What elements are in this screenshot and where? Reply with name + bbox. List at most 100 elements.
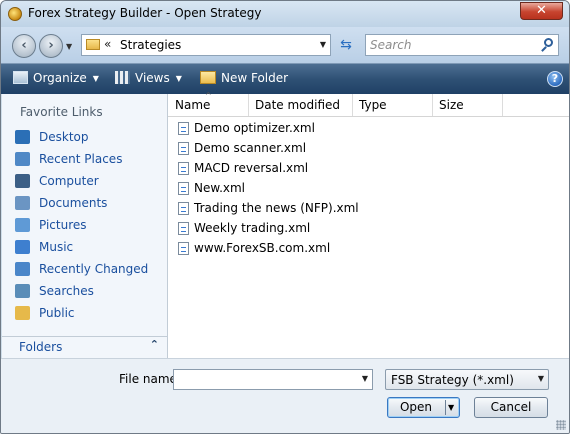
- sidebar-item-label: Desktop: [39, 130, 89, 144]
- open-button-label: Open: [399, 400, 433, 414]
- column-divider[interactable]: [502, 94, 503, 116]
- recent-locations-dropdown-icon[interactable]: ▼: [66, 42, 72, 51]
- xml-file-icon: [178, 222, 189, 235]
- back-arrow-icon: ‹: [21, 38, 27, 53]
- file-item[interactable]: New.xml: [178, 179, 359, 199]
- chevron-up-icon: ⌃: [149, 338, 159, 351]
- sidebar-item-documents[interactable]: Documents: [15, 194, 148, 216]
- views-menu-button[interactable]: Views ▼: [115, 71, 182, 85]
- views-icon: [115, 71, 130, 84]
- close-icon: ✕: [536, 3, 547, 18]
- file-item[interactable]: Demo optimizer.xml: [178, 119, 359, 139]
- back-button[interactable]: ‹: [12, 34, 36, 58]
- column-header-size[interactable]: Size: [439, 98, 464, 112]
- file-item[interactable]: MACD reversal.xml: [178, 159, 359, 179]
- address-field[interactable]: « Strategies ▼: [81, 34, 331, 56]
- chevron-down-icon: ▼: [537, 374, 544, 383]
- sidebar-item-label: Searches: [39, 284, 94, 298]
- file-name: Trading the news (NFP).xml: [194, 201, 359, 215]
- file-item[interactable]: Trading the news (NFP).xml: [178, 199, 359, 219]
- file-type-select[interactable]: FSB Strategy (*.xml) ▼: [385, 369, 549, 390]
- file-name: MACD reversal.xml: [194, 161, 309, 175]
- column-header-name[interactable]: Name: [175, 98, 210, 112]
- folder-icon: [86, 39, 100, 50]
- search-input[interactable]: Search: [365, 34, 559, 56]
- column-headers: Name ^ Date modified Type Size: [168, 91, 569, 117]
- file-list: Demo optimizer.xml Demo scanner.xml MACD…: [178, 119, 359, 259]
- sidebar-item-label: Recently Changed: [39, 262, 149, 276]
- resize-grip[interactable]: [556, 420, 566, 430]
- command-toolbar: Organize ▼ Views ▼ New Folder ?: [1, 63, 569, 94]
- xml-file-icon: [178, 182, 189, 195]
- open-strategy-dialog: Forex Strategy Builder - Open Strategy ✕…: [0, 0, 570, 434]
- file-type-value: FSB Strategy (*.xml): [391, 373, 514, 387]
- file-name-label: File name:: [119, 372, 181, 386]
- help-icon[interactable]: ?: [547, 71, 563, 87]
- file-name: Weekly trading.xml: [194, 221, 311, 235]
- refresh-button[interactable]: ⇆: [337, 36, 355, 54]
- folders-label: Folders: [19, 340, 63, 354]
- sidebar-item-label: Public: [39, 306, 75, 320]
- forward-arrow-icon: ›: [48, 38, 54, 53]
- sidebar-item-desktop[interactable]: Desktop: [15, 128, 148, 150]
- column-divider[interactable]: [432, 94, 433, 116]
- file-name: Demo scanner.xml: [194, 141, 307, 155]
- pictures-icon: [15, 218, 30, 232]
- xml-file-icon: [178, 142, 189, 155]
- cancel-button[interactable]: Cancel: [474, 397, 548, 418]
- sidebar-item-label: Music: [39, 240, 74, 254]
- search-placeholder: Search: [370, 38, 412, 52]
- sidebar-item-recently-changed[interactable]: Recently Changed: [15, 260, 148, 282]
- column-divider[interactable]: [352, 94, 353, 116]
- refresh-icon: ⇆: [340, 37, 352, 53]
- organize-menu-button[interactable]: Organize ▼: [13, 71, 99, 85]
- open-button[interactable]: Open ▼: [387, 397, 460, 418]
- sidebar-item-music[interactable]: Music: [15, 238, 148, 260]
- organize-label: Organize: [33, 71, 87, 85]
- folders-toggle[interactable]: Folders ⌃: [2, 336, 168, 358]
- recently-changed-icon: [15, 262, 30, 276]
- window-title: Forex Strategy Builder - Open Strategy: [28, 6, 262, 20]
- column-header-type[interactable]: Type: [359, 98, 387, 112]
- app-icon: [8, 7, 22, 21]
- file-item[interactable]: Demo scanner.xml: [178, 139, 359, 159]
- close-button[interactable]: ✕: [520, 2, 563, 20]
- chevron-down-icon[interactable]: ▼: [362, 374, 368, 383]
- new-folder-button[interactable]: New Folder: [200, 71, 288, 85]
- file-name: www.ForexSB.com.xml: [194, 241, 331, 255]
- sidebar-item-public[interactable]: Public: [15, 304, 148, 326]
- sidebar-item-computer[interactable]: Computer: [15, 172, 148, 194]
- file-list-pane: Name ^ Date modified Type Size Demo opti…: [168, 91, 569, 358]
- music-icon: [15, 240, 30, 254]
- sidebar-item-label: Pictures: [39, 218, 87, 232]
- address-dropdown-icon[interactable]: ▼: [320, 40, 326, 49]
- xml-file-icon: [178, 202, 189, 215]
- sidebar-item-searches[interactable]: Searches: [15, 282, 148, 304]
- file-item[interactable]: www.ForexSB.com.xml: [178, 239, 359, 259]
- column-header-date-modified[interactable]: Date modified: [255, 98, 340, 112]
- file-name-input[interactable]: ▼: [173, 369, 373, 390]
- sidebar-item-pictures[interactable]: Pictures: [15, 216, 148, 238]
- sidebar-item-recent-places[interactable]: Recent Places: [15, 150, 148, 172]
- open-options-dropdown-icon[interactable]: ▼: [448, 398, 454, 417]
- search-icon[interactable]: [544, 38, 553, 47]
- chevron-down-icon: ▼: [92, 74, 99, 83]
- dialog-footer: File name: ▼ FSB Strategy (*.xml) ▼ Open…: [1, 358, 569, 433]
- sidebar-item-label: Documents: [39, 196, 108, 210]
- xml-file-icon: [178, 242, 189, 255]
- sidebar-item-label: Computer: [39, 174, 99, 188]
- forward-button[interactable]: ›: [39, 34, 63, 58]
- public-folder-icon: [15, 306, 30, 320]
- breadcrumb-strategies[interactable]: Strategies: [120, 38, 181, 52]
- organize-icon: [13, 71, 28, 84]
- navigation-pane: Favorite Links Desktop Recent Places Com…: [2, 94, 168, 336]
- chevron-down-icon: ▼: [175, 74, 182, 83]
- file-item[interactable]: Weekly trading.xml: [178, 219, 359, 239]
- desktop-icon: [15, 130, 30, 144]
- searches-icon: [15, 284, 30, 298]
- title-bar[interactable]: Forex Strategy Builder - Open Strategy ✕: [1, 1, 569, 27]
- column-divider[interactable]: [248, 94, 249, 116]
- recent-places-icon: [15, 152, 30, 166]
- breadcrumb-overflow[interactable]: «: [104, 37, 111, 51]
- favorite-links-list: Desktop Recent Places Computer Documents…: [15, 128, 148, 326]
